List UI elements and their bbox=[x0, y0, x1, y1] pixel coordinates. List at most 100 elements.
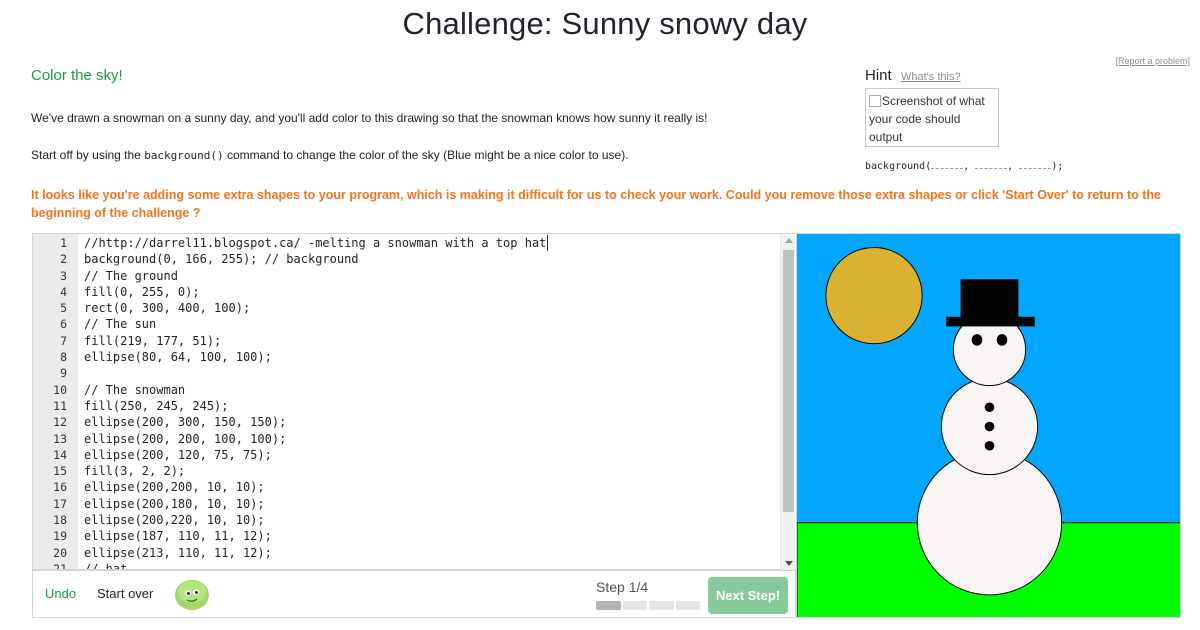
code-line[interactable]: 5 rect(0, 300, 400, 100); bbox=[33, 300, 796, 316]
code-text[interactable]: // The snowman bbox=[84, 382, 185, 398]
code-line[interactable]: 17 ellipse(200,180, 10, 10); bbox=[33, 496, 796, 512]
step-progress bbox=[596, 601, 700, 610]
code-line[interactable]: 6 // The sun bbox=[33, 316, 796, 332]
code-text[interactable]: // The ground bbox=[84, 268, 178, 284]
next-step-button[interactable]: Next Step! bbox=[708, 577, 788, 614]
hint-blank bbox=[1019, 159, 1052, 169]
report-problem-link[interactable]: [Report a problem] bbox=[1115, 56, 1190, 66]
code-text[interactable]: ellipse(187, 110, 11, 12); bbox=[84, 528, 272, 544]
code-line[interactable]: 2 background(0, 166, 255); // background bbox=[33, 251, 796, 267]
code-line[interactable]: 21 // hat bbox=[33, 561, 796, 570]
instruction-text-before: Start off by using the bbox=[31, 148, 145, 162]
code-text[interactable]: ellipse(200,200, 10, 10); bbox=[84, 479, 265, 495]
code-line[interactable]: 3 // The ground bbox=[33, 268, 796, 284]
sun bbox=[825, 246, 923, 345]
line-number: 21 bbox=[53, 561, 67, 570]
code-line[interactable]: 4 fill(0, 255, 0); bbox=[33, 284, 796, 300]
hint-image-alt: Screenshot of what your code should outp… bbox=[869, 94, 985, 144]
instruction-paragraph-1: We've drawn a snowman on a sunny day, an… bbox=[31, 111, 708, 125]
scroll-up-icon[interactable] bbox=[785, 238, 793, 243]
line-number: 16 bbox=[53, 480, 67, 495]
instruction-paragraph-2: Start off by using the background() comm… bbox=[31, 148, 629, 162]
code-text[interactable]: ellipse(200, 200, 100, 100); bbox=[84, 431, 286, 447]
line-number: 15 bbox=[53, 464, 67, 479]
snowman-button bbox=[984, 421, 995, 432]
code-text[interactable]: ellipse(200, 120, 75, 75); bbox=[84, 447, 272, 463]
line-number: 1 bbox=[60, 236, 67, 250]
code-text[interactable]: // hat bbox=[84, 561, 127, 569]
snowman-button bbox=[984, 440, 995, 451]
code-text[interactable]: // The sun bbox=[84, 316, 156, 332]
hint-title: Hint bbox=[865, 67, 892, 84]
code-line[interactable]: 19 ellipse(187, 110, 11, 12); bbox=[33, 528, 796, 544]
step-segment bbox=[649, 601, 674, 610]
code-text[interactable]: ellipse(200,180, 10, 10); bbox=[84, 496, 265, 512]
code-text[interactable]: background(0, 166, 255); // background bbox=[84, 251, 359, 267]
code-line[interactable]: 13 ellipse(200, 200, 100, 100); bbox=[33, 431, 796, 447]
code-line[interactable]: 1 //http://darrel11.blogspot.ca/ -melting… bbox=[33, 235, 796, 252]
whats-this-link[interactable]: What's this? bbox=[901, 71, 961, 83]
scrollbar-thumb[interactable] bbox=[783, 250, 794, 512]
code-text[interactable]: fill(219, 177, 51); bbox=[84, 333, 221, 349]
code-text[interactable]: fill(3, 2, 2); bbox=[84, 463, 185, 479]
code-line[interactable]: 18 ellipse(200,220, 10, 10); bbox=[33, 512, 796, 528]
line-number: 12 bbox=[53, 415, 67, 430]
code-line[interactable]: 12 ellipse(200, 300, 150, 150); bbox=[33, 414, 796, 430]
avatar-icon[interactable] bbox=[174, 577, 210, 611]
code-text[interactable]: rect(0, 300, 400, 100); bbox=[84, 300, 250, 316]
snowman-eye bbox=[971, 334, 983, 346]
code-line[interactable]: 9 bbox=[33, 365, 796, 381]
line-number: 8 bbox=[60, 350, 67, 365]
hint-code-prefix: background( bbox=[865, 161, 932, 172]
code-text[interactable]: ellipse(200, 300, 150, 150); bbox=[84, 414, 286, 430]
code-line[interactable]: 11 fill(250, 245, 245); bbox=[33, 398, 796, 414]
line-number: 7 bbox=[60, 333, 67, 348]
line-number: 2 bbox=[60, 252, 67, 267]
line-number: 11 bbox=[53, 398, 67, 413]
step-segment bbox=[622, 601, 647, 610]
code-line[interactable]: 15 fill(3, 2, 2); bbox=[33, 463, 796, 479]
hint-code-sep: , bbox=[963, 161, 970, 172]
instruction-text-after: command to change the color of the sky (… bbox=[223, 148, 629, 162]
step-segment bbox=[596, 601, 621, 610]
editor-toolbar: Undo Start over Step 1/4 Next Step! bbox=[32, 570, 796, 618]
code-lines[interactable]: 1 //http://darrel11.blogspot.ca/ -melting… bbox=[33, 235, 796, 570]
code-text[interactable]: fill(0, 255, 0); bbox=[84, 284, 200, 300]
instruction-code: background() bbox=[144, 149, 224, 162]
code-line[interactable]: 8 ellipse(80, 64, 100, 100); bbox=[33, 349, 796, 365]
code-line[interactable]: 20 ellipse(213, 110, 11, 12); bbox=[33, 545, 796, 561]
code-text[interactable]: ellipse(213, 110, 11, 12); bbox=[84, 545, 272, 561]
hint-code-suffix: ); bbox=[1051, 161, 1064, 172]
code-text[interactable]: //http://darrel11.blogspot.ca/ -melting … bbox=[84, 235, 549, 252]
hint-blank bbox=[975, 159, 1008, 169]
code-line[interactable]: 14 ellipse(200, 120, 75, 75); bbox=[33, 447, 796, 463]
code-text[interactable]: ellipse(200,220, 10, 10); bbox=[84, 512, 265, 528]
page-title: Challenge: Sunny snowy day bbox=[402, 6, 808, 41]
step-segment bbox=[675, 601, 700, 610]
line-number: 14 bbox=[53, 447, 67, 462]
code-text[interactable]: ellipse(80, 64, 100, 100); bbox=[84, 349, 272, 365]
code-line[interactable]: 10 // The snowman bbox=[33, 382, 796, 398]
code-text[interactable]: fill(250, 245, 245); bbox=[84, 398, 229, 414]
editor-scrollbar[interactable] bbox=[780, 234, 795, 570]
code-line[interactable]: 16 ellipse(200,200, 10, 10); bbox=[33, 479, 796, 495]
line-number: 17 bbox=[53, 496, 67, 511]
snowman-eye bbox=[996, 334, 1008, 346]
hint-blank bbox=[931, 159, 964, 169]
canvas-drawing bbox=[797, 234, 1180, 617]
hint-image-placeholder: Screenshot of what your code should outp… bbox=[865, 88, 999, 147]
snowman-button bbox=[984, 402, 995, 413]
code-line[interactable]: 7 fill(219, 177, 51); bbox=[33, 333, 796, 349]
start-over-button[interactable]: Start over bbox=[97, 586, 153, 601]
step-indicator: Step 1/4 bbox=[596, 579, 649, 595]
warning-message: It looks like you're adding some extra s… bbox=[31, 188, 1162, 220]
scroll-down-icon[interactable] bbox=[785, 561, 793, 566]
undo-button[interactable]: Undo bbox=[45, 586, 76, 601]
line-number: 3 bbox=[60, 268, 67, 283]
line-number: 6 bbox=[60, 317, 67, 332]
hat-brim bbox=[946, 316, 1035, 327]
line-number: 9 bbox=[60, 366, 67, 381]
code-editor[interactable]: 1 //http://darrel11.blogspot.ca/ -melting… bbox=[32, 233, 796, 570]
hint-code: background(, , ); bbox=[865, 159, 1063, 172]
output-canvas bbox=[796, 233, 1181, 618]
